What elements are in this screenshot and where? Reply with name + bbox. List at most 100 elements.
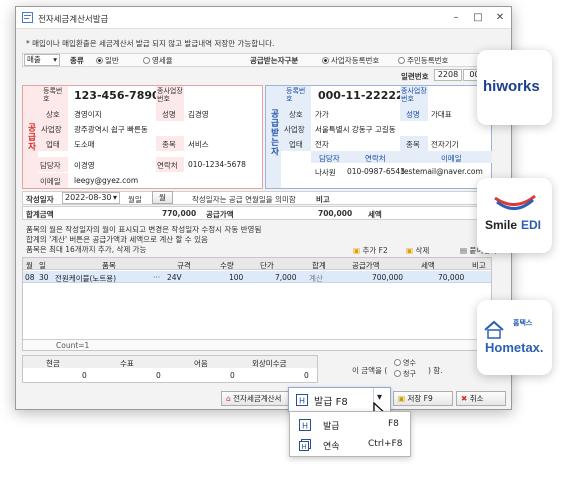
buyer-ceo-label: 성명 [406, 110, 420, 119]
row-supply[interactable]: 700,000 [372, 273, 403, 282]
grid-header-spec: 규격 [177, 261, 191, 270]
buyer-ceo-value[interactable]: 가대표 [431, 109, 452, 120]
save-label: 저장 F9 [407, 394, 433, 403]
amount-prefix: 이 금액을 ( [352, 366, 388, 375]
buyer-type-value[interactable]: 전자 [315, 139, 329, 150]
radio-icon [143, 57, 150, 64]
buyer-regno-value[interactable]: 000-11-22222 [318, 89, 404, 102]
recipient-biz-label: 사업자등록번호 [331, 56, 380, 65]
cancel-label: 취소 [469, 394, 484, 403]
notice-text: * 매입이나 매입환출은 세금계산서 발급 되지 않고 발급내역 저장만 가능합… [26, 39, 275, 48]
kind-general-radio[interactable]: 일반 [96, 55, 119, 66]
claim-radio[interactable]: 청구 [394, 369, 416, 379]
supplier-item-label: 종목 [162, 140, 176, 149]
hiworks-card: hiworks [477, 50, 552, 125]
buyer-contact-value[interactable]: 010-0987-6543 [347, 167, 405, 176]
payment-note-value[interactable]: 0 [230, 371, 235, 380]
row-price[interactable]: 7,000 [275, 273, 296, 282]
row-calc-button[interactable]: 계산 [309, 273, 323, 284]
house-icon [484, 320, 504, 339]
supplier-regno-label: 등록번호 [43, 87, 63, 103]
radio-icon [394, 370, 401, 377]
hiworks-logo: hiworks [483, 78, 540, 95]
grid-header-tax: 세액 [421, 261, 435, 270]
kind-zero-label: 영세율 [152, 56, 173, 65]
delete-icon: ▣ [406, 246, 414, 255]
radio-icon [398, 57, 405, 64]
serial-field[interactable]: 2208 [434, 69, 462, 81]
home-icon: ⌂ [226, 394, 231, 403]
tax-invoice-window: 전자세금계산서발급 – □ ✕ * 매입이나 매입환출은 세금계산서 발급 되지… [15, 6, 512, 410]
supplier-addr-value[interactable]: 광주광역시 쉽구 빠른동 [74, 124, 148, 135]
minimize-button[interactable]: – [446, 10, 466, 26]
month-button[interactable]: 월 [152, 191, 173, 204]
payment-note-header: 어음 [194, 359, 208, 368]
save-icon: ▣ [398, 394, 406, 403]
issue-label: 발급 F8 [314, 397, 348, 408]
menu-item-issue[interactable]: H 발급 F8 [290, 416, 410, 434]
menu-item-continuous[interactable]: H 연속 Ctrl+F8 [290, 436, 410, 454]
save-button[interactable]: ▣ 저장 F9 [393, 391, 453, 406]
delete-item-label: 삭제 [415, 246, 430, 255]
buyer-name-label: 상호 [289, 110, 303, 119]
write-date-field[interactable]: 2022-08-30 ▾ [62, 192, 120, 204]
supplier-name-value[interactable]: 경영이지 [74, 109, 102, 120]
recipient-label: 공급받는자구분 [250, 56, 299, 65]
supplier-item-value[interactable]: 서비스 [188, 139, 209, 150]
supplier-name-label: 상호 [46, 110, 60, 119]
buyer-name-value[interactable]: 가가 [315, 109, 329, 120]
payment-check-value[interactable]: 0 [156, 371, 161, 380]
row-qty[interactable]: 100 [229, 273, 243, 282]
total-amount-label: 합계금액 [26, 210, 54, 219]
chevron-down-icon: ▾ [53, 55, 57, 64]
buyer-email-value[interactable]: testemail@naver.com [401, 167, 483, 176]
menu-item-continuous-label: 연속 [323, 442, 340, 452]
supplier-email-value[interactable]: leegy@gyez.com [74, 176, 138, 185]
delete-item-button[interactable]: ▣ 삭제 [406, 245, 429, 256]
smileedi-logo-a: Smile [485, 218, 518, 232]
menu-item-issue-shortcut: F8 [388, 419, 399, 429]
payment-credit-value[interactable]: 0 [304, 371, 309, 380]
recipient-resident-radio[interactable]: 주민등록번호 [398, 55, 448, 66]
write-date-hint: 작성일자는 공급 연월일을 의미함 [192, 195, 296, 204]
buyer-manager-value[interactable]: 나사원 [315, 167, 336, 178]
grid-header-qty: 수량 [220, 261, 234, 270]
supplier-type-label: 업태 [46, 140, 60, 149]
supplier-ceo-value[interactable]: 김경영 [188, 109, 209, 120]
supplier-manager-value[interactable]: 이경영 [74, 160, 95, 171]
supplier-contact-value[interactable]: 010-1234-5678 [188, 160, 246, 169]
maximize-button[interactable]: □ [468, 10, 488, 26]
supply-amount-value: 700,000 [318, 209, 353, 218]
cancel-button[interactable]: ✖ 취소 [456, 391, 506, 406]
grid-header-day: 일 [39, 261, 46, 270]
buyer-col-contact: 연락처 [365, 154, 386, 163]
total-amount-value: 770,000 [162, 209, 197, 218]
payment-credit-header: 외상미수금 [252, 359, 287, 368]
buyer-item-value[interactable]: 전자기기 [431, 139, 459, 150]
hometax-logo-b: Hometax. [485, 340, 544, 355]
menu-item-issue-label: 발급 [323, 422, 340, 432]
close-button[interactable]: ✕ [490, 10, 510, 26]
row-item-more-button[interactable]: ··· [153, 273, 160, 282]
supplier-regno-value[interactable]: 123-456-78901 [74, 89, 167, 102]
supplier-manager-label: 담당자 [40, 161, 61, 170]
row-item[interactable]: 전원케이블(노트용) [55, 273, 116, 284]
sale-type-select[interactable]: 매출 ▾ [24, 54, 60, 66]
app-icon [22, 12, 33, 23]
supplier-type-value[interactable]: 도소매 [74, 139, 95, 150]
receipt-label: 영수 [403, 359, 416, 367]
grid-header-price: 단가 [260, 261, 274, 270]
payment-cash-value[interactable]: 0 [82, 371, 87, 380]
recipient-biz-radio[interactable]: 사업자등록번호 [322, 55, 379, 66]
supplier-subno-label: 종사업장번호 [157, 87, 183, 103]
einvoice-button[interactable]: ⌂ 전자세금계산서 [221, 391, 291, 406]
kind-zero-radio[interactable]: 영세율 [143, 55, 173, 66]
add-item-button[interactable]: ▣ 추가 F2 [353, 245, 388, 256]
row-tax[interactable]: 70,000 [438, 273, 464, 282]
row-spec[interactable]: 24V [167, 273, 182, 282]
grid-header-supply: 공급가액 [352, 261, 380, 270]
receipt-radio[interactable]: 영수 [394, 358, 416, 368]
issue-dropdown-menu: H 발급 F8 H 연속 Ctrl+F8 [289, 411, 411, 457]
buyer-addr-value[interactable]: 서울특별시 강동구 고길동 [315, 124, 396, 135]
recipient-resident-label: 주민등록번호 [407, 56, 449, 65]
